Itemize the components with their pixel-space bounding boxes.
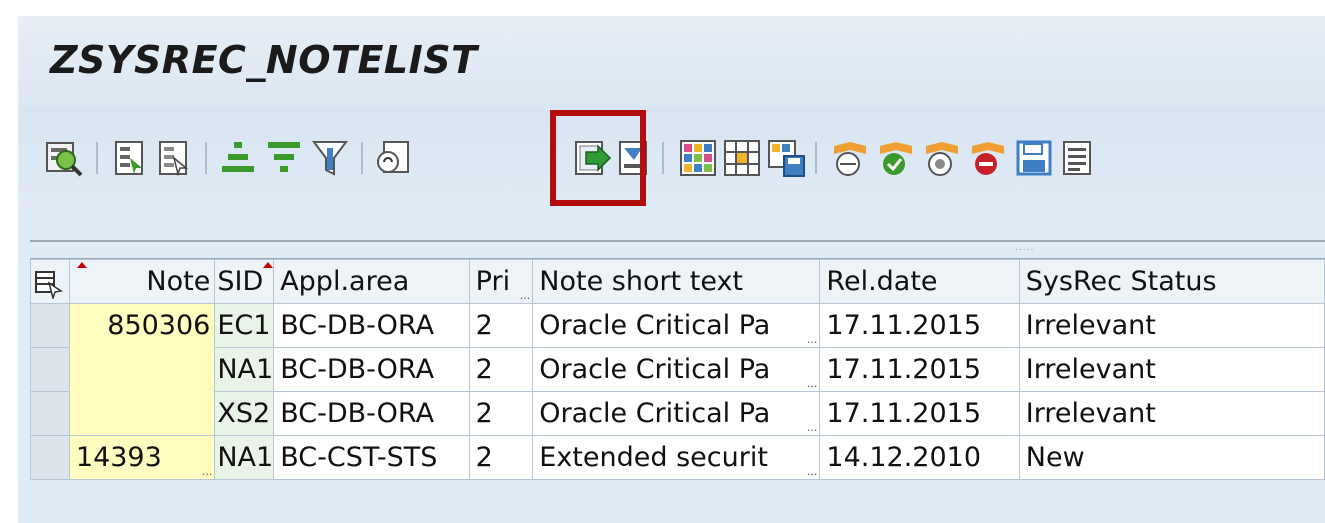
- cell-sid[interactable]: XS2: [214, 391, 275, 436]
- cell-sysrec-status[interactable]: Irrelevant: [1018, 347, 1325, 392]
- window-frame-left: [0, 0, 18, 523]
- column-header-rel-date[interactable]: Rel.date: [819, 259, 1020, 304]
- cell-rel-date[interactable]: 17.11.2015: [819, 391, 1020, 436]
- row-selector[interactable]: [30, 303, 70, 348]
- deselect-all-icon[interactable]: [154, 138, 194, 178]
- table-row[interactable]: 850306 EC1 BC-DB-ORA 2 Oracle Critical P…: [30, 303, 1325, 348]
- toolbar-separator: [815, 142, 817, 174]
- title-bar: ZSYSREC_NOTELIST: [18, 16, 1325, 106]
- column-header-sysrec-status[interactable]: SysRec Status: [1018, 259, 1325, 304]
- column-header-pri[interactable]: Pri...: [468, 259, 534, 304]
- grid-separator: [30, 240, 1325, 242]
- sort-descending-icon[interactable]: [264, 138, 304, 178]
- cell-sysrec-status[interactable]: Irrelevant: [1018, 303, 1325, 348]
- notes-table: Note SID Appl.area Pri... Note short tex…: [30, 259, 1325, 480]
- select-layout-icon[interactable]: [722, 138, 762, 178]
- cell-appl-area[interactable]: BC-DB-ORA: [273, 347, 470, 392]
- column-header-appl-area[interactable]: Appl.area: [273, 259, 470, 304]
- row-selector[interactable]: [30, 347, 70, 392]
- row-selector[interactable]: [30, 391, 70, 436]
- cell-rel-date[interactable]: 14.12.2010: [819, 435, 1020, 480]
- toolbar-separator: [96, 142, 98, 174]
- status-new-icon[interactable]: [968, 138, 1008, 178]
- cell-sid[interactable]: EC1: [214, 303, 275, 348]
- cell-appl-area[interactable]: BC-CST-STS: [273, 435, 470, 480]
- cell-note[interactable]: 850306: [68, 303, 216, 348]
- cell-sid[interactable]: NA1: [214, 435, 275, 480]
- sort-indicator-icon: [263, 262, 273, 268]
- total-icon[interactable]: [374, 138, 414, 178]
- select-all-icon[interactable]: [110, 138, 150, 178]
- cell-short-text[interactable]: Extended securit...: [532, 435, 821, 480]
- cell-sysrec-status[interactable]: New: [1018, 435, 1325, 480]
- cell-pri[interactable]: 2: [468, 435, 534, 480]
- page-title: ZSYSREC_NOTELIST: [50, 38, 478, 82]
- change-layout-icon[interactable]: [678, 138, 718, 178]
- column-header-short-text[interactable]: Note short text: [532, 259, 821, 304]
- toolbar-separator: [205, 142, 207, 174]
- cell-sid[interactable]: NA1: [214, 347, 275, 392]
- cell-pri[interactable]: 2: [468, 391, 534, 436]
- status-irrelevant-icon[interactable]: [922, 138, 962, 178]
- status-implemented-icon[interactable]: [876, 138, 916, 178]
- cell-note[interactable]: [68, 391, 216, 436]
- cell-note[interactable]: [68, 347, 216, 392]
- table-row[interactable]: NA1 BC-DB-ORA 2 Oracle Critical Pa... 17…: [30, 347, 1325, 392]
- window-frame-top: [0, 0, 1325, 16]
- status-reset-icon[interactable]: [830, 138, 870, 178]
- select-all-rows-button[interactable]: [30, 259, 70, 304]
- toolbar-separator: [361, 142, 363, 174]
- cell-appl-area[interactable]: BC-DB-ORA: [273, 303, 470, 348]
- grid-splitter-handle[interactable]: .....: [1015, 243, 1034, 253]
- cell-rel-date[interactable]: 17.11.2015: [819, 347, 1020, 392]
- cell-sysrec-status[interactable]: Irrelevant: [1018, 391, 1325, 436]
- row-selector[interactable]: [30, 435, 70, 480]
- sort-ascending-icon[interactable]: [218, 138, 258, 178]
- column-header-sid[interactable]: SID: [214, 259, 275, 304]
- cell-rel-date[interactable]: 17.11.2015: [819, 303, 1020, 348]
- cell-pri[interactable]: 2: [468, 347, 534, 392]
- cell-short-text[interactable]: Oracle Critical Pa...: [532, 303, 821, 348]
- cell-short-text[interactable]: Oracle Critical Pa...: [532, 347, 821, 392]
- alv-toolbar: [18, 106, 1325, 206]
- info-icon[interactable]: [1058, 138, 1098, 178]
- save-icon[interactable]: [1014, 138, 1054, 178]
- table-header-row: Note SID Appl.area Pri... Note short tex…: [30, 259, 1325, 304]
- table-settings-icon[interactable]: [33, 269, 63, 299]
- export-highlight-box: [550, 110, 646, 206]
- cell-appl-area[interactable]: BC-DB-ORA: [273, 391, 470, 436]
- sort-indicator-icon: [76, 262, 87, 268]
- alv-grid: Note SID Appl.area Pri... Note short tex…: [30, 258, 1325, 480]
- save-layout-icon[interactable]: [766, 138, 806, 178]
- table-row[interactable]: 14393... NA1 BC-CST-STS 2 Extended secur…: [30, 435, 1325, 480]
- cell-short-text[interactable]: Oracle Critical Pa...: [532, 391, 821, 436]
- column-header-note[interactable]: Note: [68, 259, 216, 304]
- toolbar-separator: [662, 142, 664, 174]
- filter-icon[interactable]: [310, 138, 350, 178]
- details-icon[interactable]: [44, 138, 84, 178]
- cell-note[interactable]: 14393...: [68, 435, 216, 480]
- cell-pri[interactable]: 2: [468, 303, 534, 348]
- table-row[interactable]: XS2 BC-DB-ORA 2 Oracle Critical Pa... 17…: [30, 391, 1325, 436]
